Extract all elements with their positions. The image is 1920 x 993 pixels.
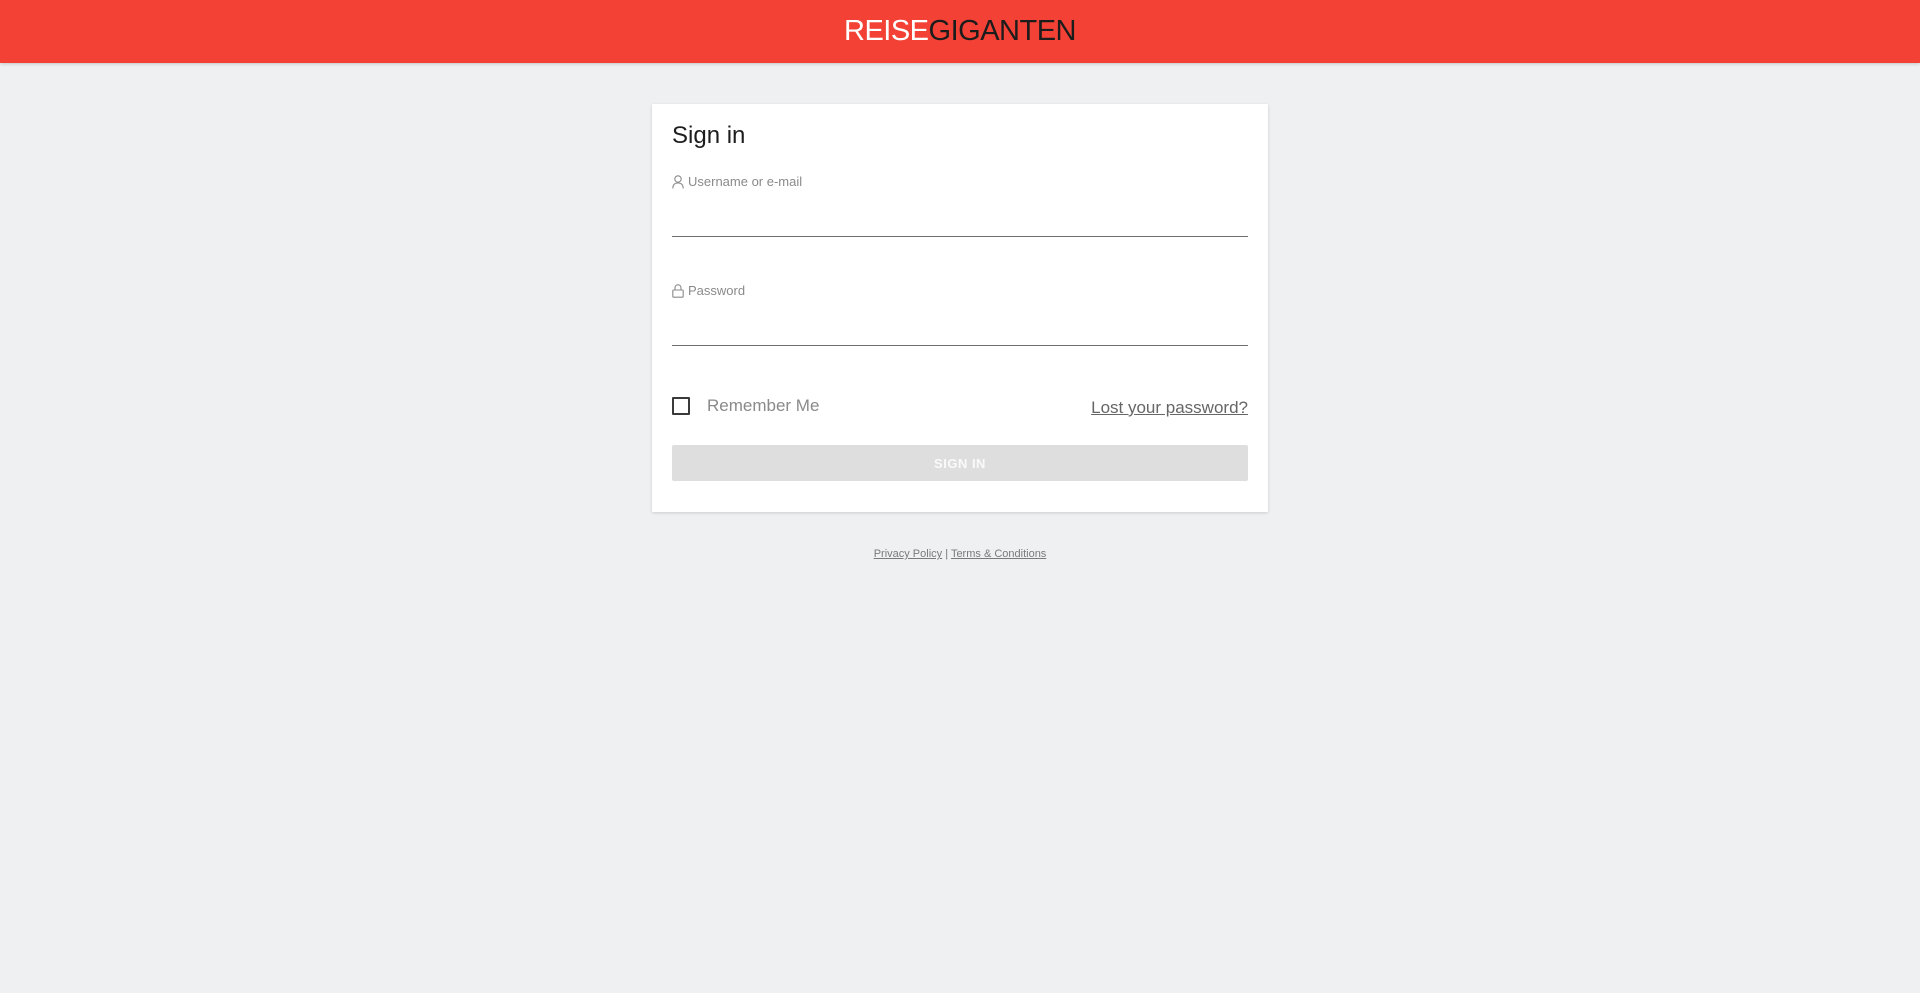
privacy-policy-link[interactable]: Privacy Policy (874, 548, 942, 560)
username-input[interactable] (672, 202, 1248, 237)
page-title: Sign in (672, 122, 746, 149)
user-icon (672, 174, 684, 189)
footer-separator: | (945, 548, 949, 560)
username-label-text: Username or e-mail (688, 174, 803, 189)
top-header-bar: REISEGIGANTEN (0, 0, 1920, 63)
logo-text-part1: REISE (844, 14, 929, 47)
sign-in-button[interactable]: SIGN IN (672, 445, 1248, 481)
lost-password-link[interactable]: Lost your password? (1091, 398, 1248, 418)
username-label: Username or e-mail (672, 174, 802, 189)
password-label: Password (672, 283, 745, 298)
remember-me-toggle[interactable]: Remember Me (672, 396, 819, 416)
lock-icon (672, 283, 684, 298)
remember-me-label[interactable]: Remember Me (707, 396, 819, 416)
remember-me-checkbox[interactable] (672, 397, 690, 415)
footer-links: Privacy Policy | Terms & Conditions (0, 548, 1920, 560)
password-label-text: Password (688, 283, 746, 298)
password-input[interactable] (672, 311, 1248, 346)
logo-text-part2: GIGANTEN (928, 14, 1077, 47)
reisegiganten-logo[interactable]: REISEGIGANTEN (844, 14, 1077, 47)
terms-conditions-link[interactable]: Terms & Conditions (951, 548, 1046, 560)
